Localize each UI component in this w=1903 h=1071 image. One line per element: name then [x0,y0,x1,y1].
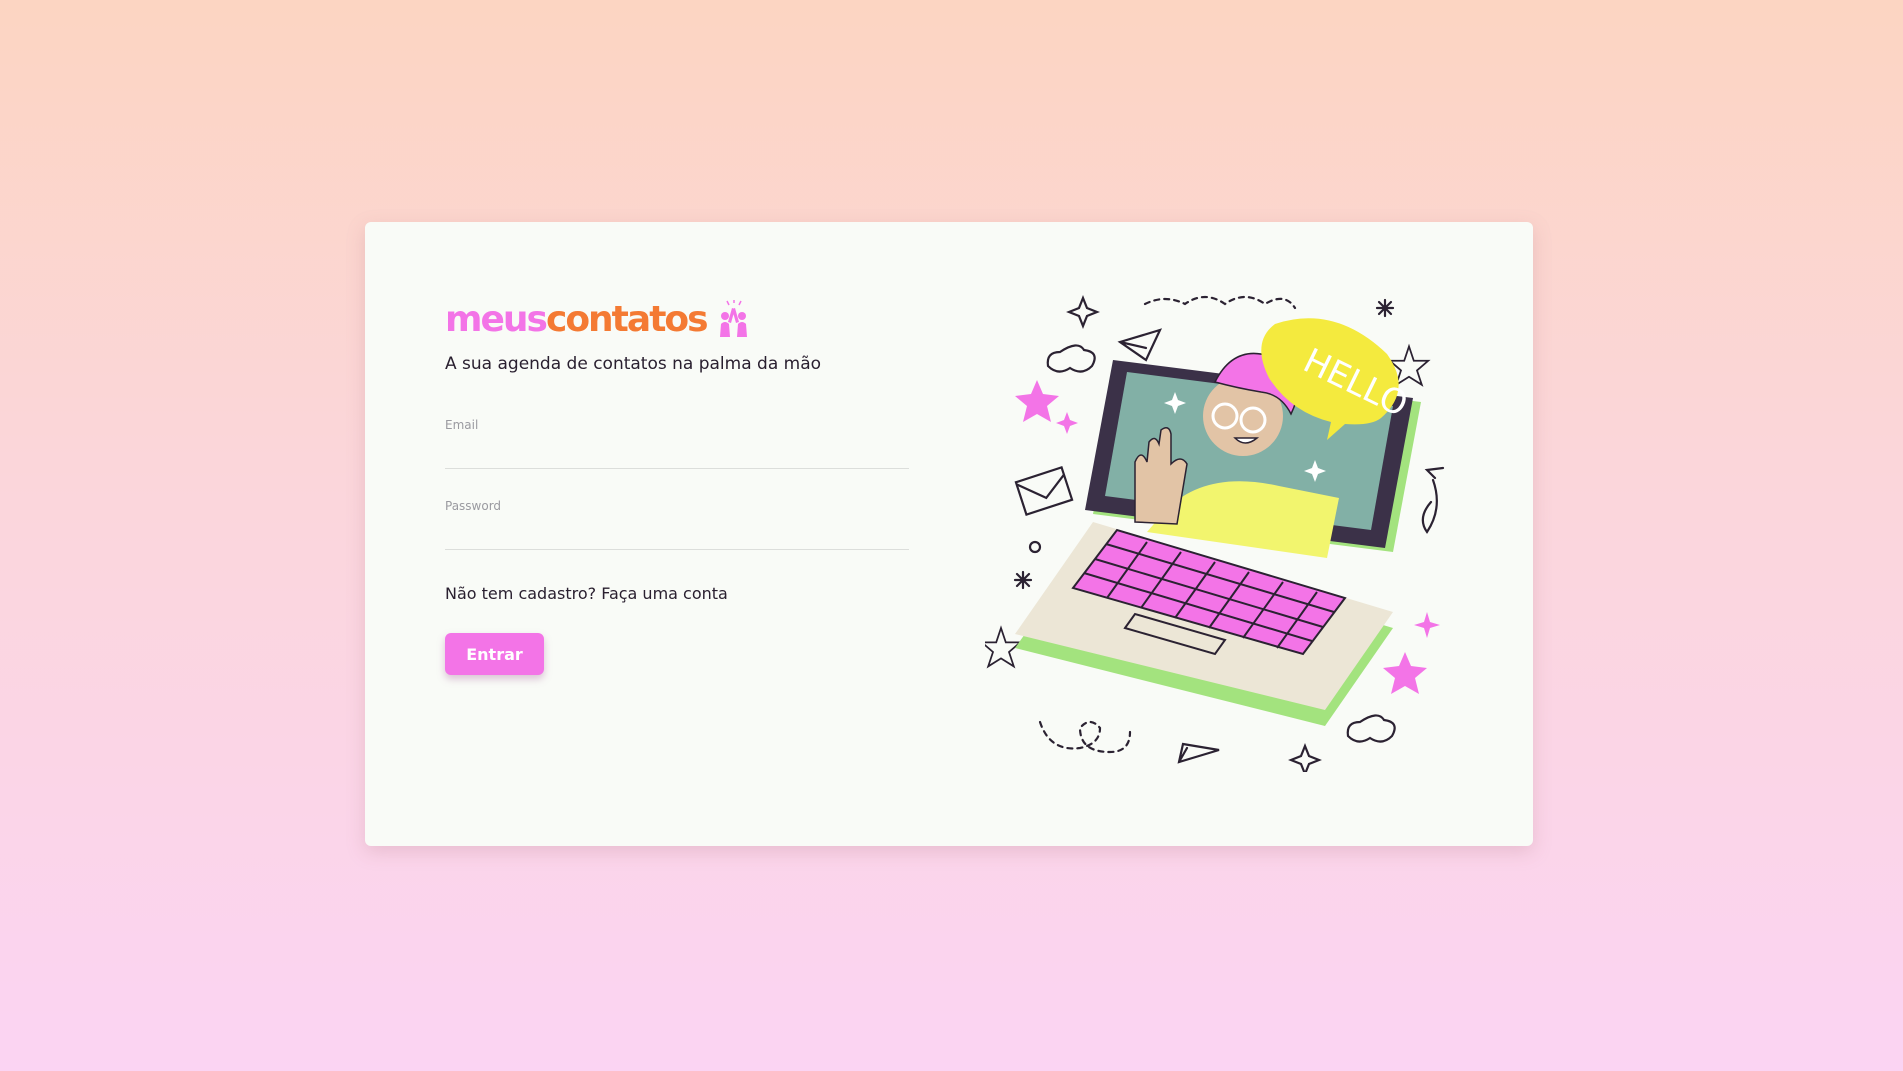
email-input[interactable] [445,436,909,464]
brand-name-part1: meus [445,299,548,340]
password-field-group: Password [445,499,909,550]
tagline: A sua agenda de contatos na palma da mão [445,354,822,374]
high-five-icon [715,300,753,338]
password-input[interactable] [445,517,909,545]
signup-link[interactable]: Não tem cadastro? Faça uma conta [445,584,728,603]
brand-logo: meus contatos [445,298,909,338]
login-form: meus contatos A sua agenda de contatos na… [445,298,909,675]
login-card: meus contatos A sua agenda de contatos na… [365,222,1533,846]
email-field-group: Email [445,418,909,469]
laptop-hello-illustration: HELLO [979,292,1465,777]
login-button[interactable]: Entrar [445,633,544,675]
email-label: Email [445,418,479,432]
brand-name-part2: contatos [545,299,709,340]
password-label: Password [445,499,502,513]
